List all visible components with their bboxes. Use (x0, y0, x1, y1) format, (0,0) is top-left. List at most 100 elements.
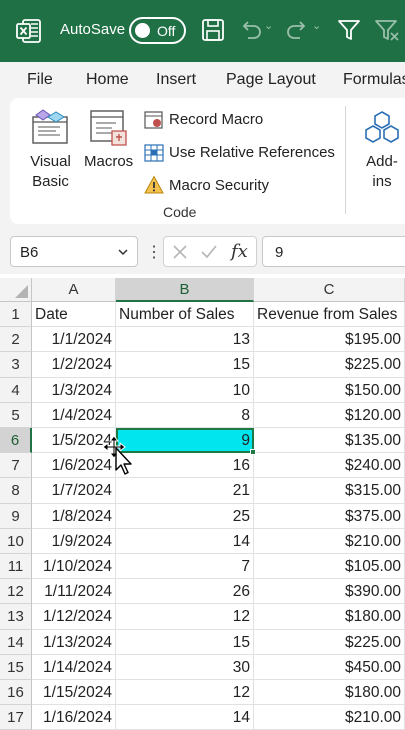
macros-button[interactable]: Macros (84, 152, 133, 172)
cell-b[interactable]: 8 (116, 402, 254, 428)
cell-a[interactable]: 1/3/2024 (32, 377, 116, 403)
cell-c[interactable]: $315.00 (254, 478, 405, 504)
cell-b[interactable]: 15 (116, 629, 254, 655)
excel-logo-icon[interactable] (16, 18, 42, 44)
warning-icon[interactable] (144, 175, 164, 195)
cancel-icon[interactable] (172, 244, 188, 260)
cell-c[interactable]: $120.00 (254, 402, 405, 428)
add-ins-button[interactable]: Add-ins (360, 152, 404, 192)
tab-page-layout[interactable]: Page Layout (226, 71, 316, 89)
chevron-down-icon[interactable] (117, 246, 129, 258)
cell-a[interactable]: 1/8/2024 (32, 503, 116, 529)
fill-handle[interactable] (250, 449, 256, 456)
tab-home[interactable]: Home (86, 71, 129, 89)
cell-c[interactable]: $135.00 (254, 428, 405, 454)
cell-a[interactable]: 1/13/2024 (32, 629, 116, 655)
record-macro-button[interactable]: Record Macro (169, 111, 263, 128)
active-cell[interactable]: 9 (116, 428, 254, 454)
add-ins-icon[interactable] (363, 109, 401, 147)
cell-c[interactable]: $150.00 (254, 377, 405, 403)
more-options-icon[interactable]: ⋮ (146, 242, 162, 262)
row-header[interactable]: 12 (0, 579, 32, 605)
cell-b[interactable]: 30 (116, 654, 254, 680)
cell-a[interactable]: 1/2/2024 (32, 352, 116, 378)
tab-insert[interactable]: Insert (156, 71, 196, 89)
cell-c[interactable]: $210.00 (254, 705, 405, 730)
undo-icon[interactable] (238, 17, 264, 43)
cell-a[interactable]: 1/7/2024 (32, 478, 116, 504)
use-relative-references-button[interactable]: Use Relative References (169, 144, 335, 161)
save-icon[interactable] (200, 17, 226, 43)
cell-c[interactable]: $105.00 (254, 554, 405, 580)
visual-basic-button[interactable]: Visual Basic (28, 152, 73, 192)
row-header[interactable]: 17 (0, 705, 32, 730)
redo-icon[interactable] (284, 17, 310, 43)
cell-c[interactable]: $450.00 (254, 654, 405, 680)
undo-dropdown-icon[interactable]: ⌄ (264, 19, 273, 32)
autosave-toggle[interactable]: Off (129, 17, 186, 44)
cell-c[interactable]: $390.00 (254, 579, 405, 605)
cell-c[interactable]: $375.00 (254, 503, 405, 529)
cell-c[interactable]: $210.00 (254, 528, 405, 554)
cell-c[interactable]: $225.00 (254, 629, 405, 655)
row-header[interactable]: 8 (0, 478, 32, 504)
column-header-b[interactable]: B (116, 278, 254, 302)
row-header[interactable]: 6 (0, 428, 32, 454)
row-header[interactable]: 14 (0, 629, 32, 655)
enter-icon[interactable] (200, 244, 218, 260)
record-macro-icon[interactable] (144, 110, 164, 130)
cell-a[interactable]: 1/14/2024 (32, 654, 116, 680)
cell-b[interactable]: 13 (116, 327, 254, 353)
row-header[interactable]: 3 (0, 352, 32, 378)
cell-b[interactable]: 25 (116, 503, 254, 529)
tab-file[interactable]: File (27, 71, 53, 89)
column-header-a[interactable]: A (32, 278, 116, 302)
select-all-button[interactable] (0, 278, 32, 302)
name-box[interactable]: B6 (10, 236, 138, 267)
cell-c[interactable]: $180.00 (254, 604, 405, 630)
cell-b[interactable]: 12 (116, 604, 254, 630)
cell-b[interactable]: 26 (116, 579, 254, 605)
cell-b[interactable]: 21 (116, 478, 254, 504)
clear-filter-icon[interactable] (373, 17, 399, 43)
row-header[interactable]: 13 (0, 604, 32, 630)
cell-c[interactable]: Revenue from Sales (254, 302, 405, 328)
relative-references-icon[interactable] (144, 143, 164, 163)
cell-a[interactable]: 1/9/2024 (32, 528, 116, 554)
cell-b[interactable]: 12 (116, 680, 254, 706)
row-header[interactable]: 4 (0, 377, 32, 403)
cell-a[interactable]: 1/15/2024 (32, 680, 116, 706)
macros-icon[interactable] (88, 107, 130, 149)
visual-basic-icon[interactable] (30, 107, 70, 147)
filter-icon[interactable] (336, 17, 362, 43)
row-header[interactable]: 16 (0, 680, 32, 706)
cell-c[interactable]: $180.00 (254, 680, 405, 706)
cell-a[interactable]: Date (32, 302, 116, 328)
row-header[interactable]: 11 (0, 554, 32, 580)
row-header[interactable]: 5 (0, 402, 32, 428)
row-header[interactable]: 7 (0, 453, 32, 479)
formula-input[interactable]: 9 (262, 236, 405, 267)
cell-c[interactable]: $240.00 (254, 453, 405, 479)
row-header[interactable]: 1 (0, 302, 32, 328)
cell-b[interactable]: 10 (116, 377, 254, 403)
cell-b[interactable]: Number of Sales (116, 302, 254, 328)
macro-security-button[interactable]: Macro Security (169, 177, 269, 194)
tab-formulas[interactable]: Formulas (343, 71, 405, 89)
cell-a[interactable]: 1/10/2024 (32, 554, 116, 580)
cell-a[interactable]: 1/1/2024 (32, 327, 116, 353)
cell-b[interactable]: 7 (116, 554, 254, 580)
cell-c[interactable]: $195.00 (254, 327, 405, 353)
cell-a[interactable]: 1/16/2024 (32, 705, 116, 730)
row-header[interactable]: 9 (0, 503, 32, 529)
cell-a[interactable]: 1/11/2024 (32, 579, 116, 605)
cell-b[interactable]: 16 (116, 453, 254, 479)
cell-a[interactable]: 1/12/2024 (32, 604, 116, 630)
cell-a[interactable]: 1/4/2024 (32, 402, 116, 428)
row-header[interactable]: 2 (0, 327, 32, 353)
insert-function-icon[interactable]: fx (231, 241, 248, 262)
column-header-c[interactable]: C (254, 278, 405, 302)
cell-b[interactable]: 15 (116, 352, 254, 378)
redo-dropdown-icon[interactable]: ⌄ (312, 19, 321, 32)
cell-c[interactable]: $225.00 (254, 352, 405, 378)
